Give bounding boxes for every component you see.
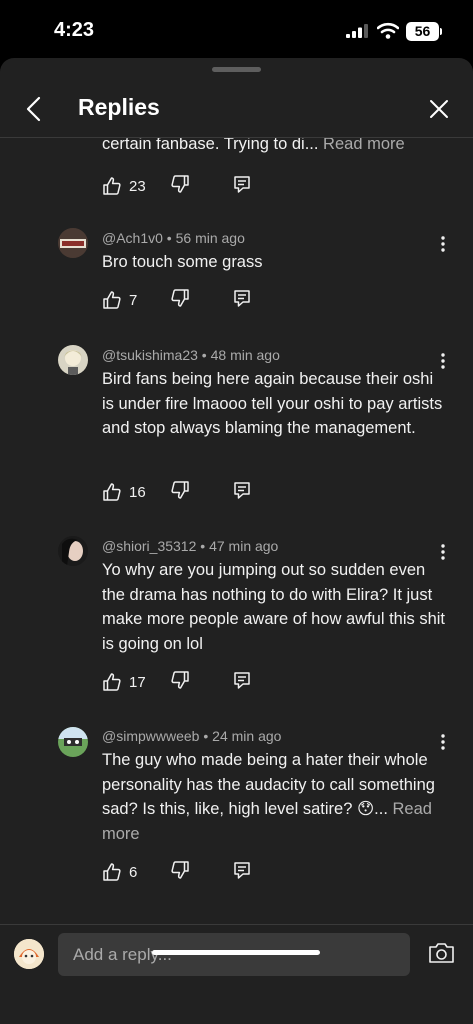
- current-user-avatar[interactable]: [14, 939, 44, 969]
- comment-time: 56 min ago: [175, 230, 245, 246]
- like-count: 17: [129, 673, 146, 691]
- thumb-down-icon[interactable]: [170, 174, 190, 194]
- comment-meta: @Ach1v0 • 56 min ago: [102, 230, 245, 246]
- like-count: 16: [129, 483, 146, 501]
- thumb-up-icon: [103, 483, 121, 501]
- thumb-down-icon[interactable]: [170, 480, 190, 500]
- avatar-image: [14, 939, 44, 969]
- avatar-image: [58, 345, 88, 375]
- page-title: Replies: [78, 94, 160, 120]
- battery-indicator: 56: [406, 22, 439, 41]
- comment-time: 47 min ago: [209, 538, 279, 554]
- reply-comment-icon[interactable]: [232, 670, 252, 690]
- comment-text: Yo why are you jumping out so sudden eve…: [102, 558, 448, 656]
- thumb-up-icon: [103, 177, 121, 195]
- comment-actions: 7: [102, 288, 272, 312]
- thumb-down-icon[interactable]: [170, 670, 190, 690]
- status-time: 4:23: [54, 19, 95, 41]
- comment-body: Bird fans being here again because their…: [102, 370, 443, 437]
- comment-text: Bird fans being here again because their…: [102, 367, 448, 441]
- replies-header: Replies: [0, 78, 473, 138]
- comment-actions: 16: [102, 480, 272, 504]
- drag-handle[interactable]: [212, 67, 261, 72]
- comment-author[interactable]: @Ach1v0: [102, 230, 163, 246]
- close-icon[interactable]: [427, 97, 451, 121]
- like-button[interactable]: 7: [102, 288, 137, 312]
- thumb-down-icon[interactable]: [170, 860, 190, 880]
- camera-icon[interactable]: [428, 941, 455, 965]
- thumb-up-icon: [103, 291, 121, 309]
- reply-comment-icon[interactable]: [232, 288, 252, 308]
- comment-meta: @shiori_35312 • 47 min ago: [102, 538, 279, 554]
- comment-meta: @tsukishima23 • 48 min ago: [102, 347, 280, 363]
- status-bar: 4:23 56: [0, 0, 473, 58]
- comment-author[interactable]: @simpwwweeb: [102, 728, 199, 744]
- avatar[interactable]: [58, 345, 88, 375]
- like-button[interactable]: 6: [102, 860, 137, 884]
- comment-body: The guy who made being a hater their who…: [102, 751, 435, 818]
- home-indicator[interactable]: [152, 950, 320, 955]
- comment-time: 24 min ago: [212, 728, 282, 744]
- comment-meta: @simpwwweeb • 24 min ago: [102, 728, 282, 744]
- comment-actions: 6: [102, 860, 272, 884]
- signal-icon: [346, 24, 368, 38]
- replies-list[interactable]: certain fanbase. Trying to di... Read mo…: [0, 138, 473, 924]
- reply-comment-icon[interactable]: [232, 860, 252, 880]
- avatar-image: [58, 536, 88, 566]
- thumb-down-icon[interactable]: [170, 288, 190, 308]
- comment-actions: 17: [102, 670, 272, 694]
- comment-body: Yo why are you jumping out so sudden eve…: [102, 561, 446, 653]
- avatar-image: [58, 228, 88, 258]
- comment-text: Bro touch some grass: [102, 250, 448, 275]
- thumb-up-icon: [103, 863, 121, 881]
- battery-nub: [440, 28, 442, 35]
- read-more-link[interactable]: Read more: [323, 138, 405, 153]
- reply-composer: [0, 924, 473, 1024]
- like-count: 23: [129, 177, 146, 195]
- like-button[interactable]: 16: [102, 480, 146, 504]
- thumb-up-icon: [103, 673, 121, 691]
- replies-sheet: Replies certain fanbase. Trying to di...…: [0, 58, 473, 1024]
- avatar[interactable]: [58, 228, 88, 258]
- avatar[interactable]: [58, 536, 88, 566]
- reply-comment-icon[interactable]: [232, 174, 252, 194]
- avatar-image: [58, 727, 88, 757]
- comment-text: The guy who made being a hater their who…: [102, 748, 448, 846]
- avatar[interactable]: [58, 727, 88, 757]
- comment-actions: 23: [102, 174, 272, 198]
- like-button[interactable]: 17: [102, 670, 146, 694]
- like-count: 7: [129, 291, 138, 309]
- comment-time: 48 min ago: [210, 347, 280, 363]
- comment-body: certain fanbase. Trying to di...: [102, 138, 319, 153]
- comment-author[interactable]: @tsukishima23: [102, 347, 198, 363]
- comment-author[interactable]: @shiori_35312: [102, 538, 196, 554]
- reply-comment-icon[interactable]: [232, 480, 252, 500]
- like-count: 6: [129, 863, 138, 881]
- back-arrow-icon[interactable]: [22, 94, 48, 124]
- comment-text-partial: certain fanbase. Trying to di... Read mo…: [102, 138, 448, 157]
- comment-body: Bro touch some grass: [102, 253, 263, 271]
- wifi-icon: [377, 22, 399, 39]
- like-button[interactable]: 23: [102, 174, 146, 198]
